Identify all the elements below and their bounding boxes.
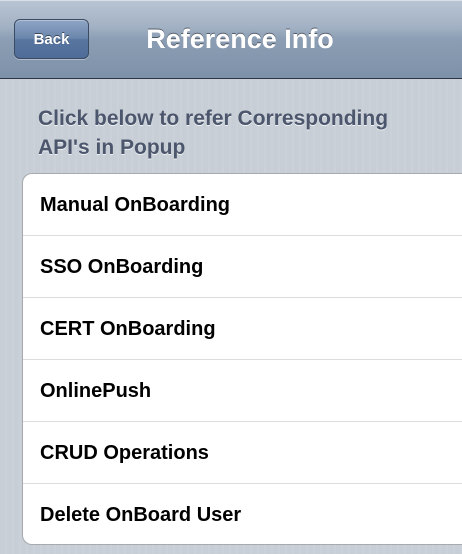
back-button[interactable]: Back (14, 19, 89, 59)
menu-item-manual-onboarding[interactable]: Manual OnBoarding (23, 174, 462, 236)
instruction-text: Click below to refer Corresponding API's… (38, 104, 462, 162)
instruction-line-2: API's in Popup (38, 136, 186, 159)
instruction-line-1: Click below to refer Corresponding (38, 107, 389, 130)
menu-item-cert-onboarding[interactable]: CERT OnBoarding (23, 298, 462, 360)
reference-menu-list: Manual OnBoarding SSO OnBoarding CERT On… (22, 173, 462, 545)
menu-item-delete-onboard-user[interactable]: Delete OnBoard User (23, 484, 462, 544)
menu-item-crud-operations[interactable]: CRUD Operations (23, 422, 462, 484)
menu-item-sso-onboarding[interactable]: SSO OnBoarding (23, 236, 462, 298)
menu-item-online-push[interactable]: OnlinePush (23, 360, 462, 422)
navigation-bar: Back Reference Info (0, 0, 462, 79)
page-title: Reference Info (146, 24, 334, 54)
